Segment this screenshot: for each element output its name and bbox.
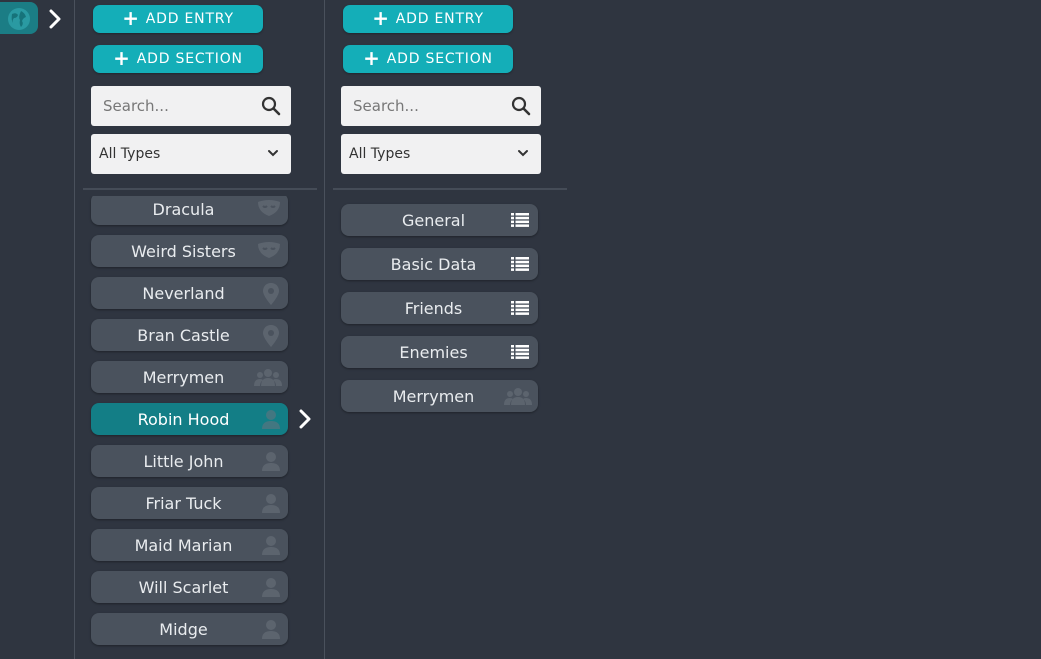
list-icon bbox=[511, 344, 529, 363]
entry-item-label: Midge bbox=[159, 619, 208, 639]
add-section-button[interactable]: + ADD SECTION bbox=[93, 45, 263, 73]
expand-chevron-icon[interactable] bbox=[48, 9, 62, 29]
search-icon[interactable] bbox=[511, 96, 531, 116]
entry-item-label: Weird Sisters bbox=[131, 241, 236, 261]
person-icon bbox=[260, 576, 282, 602]
section-item[interactable]: Enemies bbox=[341, 336, 538, 368]
world-rail bbox=[0, 0, 75, 659]
list-icon bbox=[511, 256, 529, 275]
section-item-label: Merrymen bbox=[392, 386, 475, 406]
entry-item[interactable]: Robin Hood bbox=[91, 403, 288, 435]
type-filter-select[interactable]: All Types bbox=[341, 134, 541, 174]
plus-icon: + bbox=[363, 46, 381, 70]
group-icon bbox=[254, 366, 282, 392]
plus-icon: + bbox=[122, 6, 140, 30]
entry-item[interactable]: Bran Castle bbox=[91, 319, 288, 351]
section-item-label: Enemies bbox=[399, 342, 468, 362]
section-item[interactable]: Merrymen bbox=[341, 380, 538, 412]
entry-item-label: Neverland bbox=[142, 283, 225, 303]
entry-item-label: Merrymen bbox=[142, 367, 225, 387]
entry-item-label: Bran Castle bbox=[137, 325, 230, 345]
person-icon bbox=[260, 408, 282, 434]
entry-item-label: Little John bbox=[143, 451, 224, 471]
plus-icon: + bbox=[372, 6, 390, 30]
type-filter-value: All Types bbox=[99, 146, 161, 162]
search-icon[interactable] bbox=[261, 96, 281, 116]
search-input[interactable] bbox=[341, 86, 501, 126]
person-icon bbox=[260, 534, 282, 560]
person-icon bbox=[260, 492, 282, 518]
section-item[interactable]: General bbox=[341, 204, 538, 236]
section-item[interactable]: Friends bbox=[341, 292, 538, 324]
world-tab[interactable] bbox=[0, 2, 38, 34]
list-icon bbox=[511, 300, 529, 319]
entries-list: Dracula Weird Sisters Neverland Bran Castle… bbox=[76, 196, 325, 659]
entries-panel: + ADD ENTRY + ADD SECTION All Types Drac… bbox=[76, 0, 325, 659]
chevron-down-icon bbox=[518, 150, 528, 157]
search-box bbox=[341, 86, 541, 126]
mask-icon bbox=[256, 198, 282, 224]
entry-item[interactable]: Neverland bbox=[91, 277, 288, 309]
type-filter-select[interactable]: All Types bbox=[91, 134, 291, 174]
open-entry-chevron-icon[interactable] bbox=[298, 409, 312, 429]
type-filter-value: All Types bbox=[349, 146, 411, 162]
entry-item-label: Maid Marian bbox=[134, 535, 233, 555]
entry-item[interactable]: Weird Sisters bbox=[91, 235, 288, 267]
search-box bbox=[91, 86, 291, 126]
add-entry-button[interactable]: + ADD ENTRY bbox=[93, 5, 263, 33]
entry-item[interactable]: Maid Marian bbox=[91, 529, 288, 561]
sections-list: General Basic Data Friends Enemies Merrymen bbox=[326, 196, 576, 659]
group-icon bbox=[504, 385, 532, 411]
person-icon bbox=[260, 450, 282, 476]
entry-item-label: Robin Hood bbox=[137, 409, 230, 429]
entry-item[interactable]: Midge bbox=[91, 613, 288, 645]
entry-item-label: Will Scarlet bbox=[138, 577, 229, 597]
entry-item-label: Friar Tuck bbox=[145, 493, 222, 513]
plus-icon: + bbox=[113, 46, 131, 70]
location-pin-icon bbox=[260, 282, 282, 310]
entry-item[interactable]: Will Scarlet bbox=[91, 571, 288, 603]
section-item-label: General bbox=[401, 210, 466, 230]
mask-icon bbox=[256, 240, 282, 266]
search-input[interactable] bbox=[91, 86, 251, 126]
entry-item[interactable]: Dracula bbox=[91, 196, 288, 225]
location-pin-icon bbox=[260, 324, 282, 352]
sections-panel: + ADD ENTRY + ADD SECTION All Types Gene… bbox=[326, 0, 576, 659]
entry-item[interactable]: Merrymen bbox=[91, 361, 288, 393]
divider bbox=[83, 188, 317, 190]
entry-item-label: Dracula bbox=[152, 199, 215, 219]
section-item-label: Basic Data bbox=[390, 254, 477, 274]
chevron-down-icon bbox=[268, 150, 278, 157]
entry-item[interactable]: Little John bbox=[91, 445, 288, 477]
person-icon bbox=[260, 618, 282, 644]
section-item-label: Friends bbox=[404, 298, 463, 318]
globe-icon bbox=[8, 8, 30, 30]
add-entry-button[interactable]: + ADD ENTRY bbox=[343, 5, 513, 33]
add-section-button[interactable]: + ADD SECTION bbox=[343, 45, 513, 73]
section-item[interactable]: Basic Data bbox=[341, 248, 538, 280]
list-icon bbox=[511, 212, 529, 231]
entry-item[interactable]: Friar Tuck bbox=[91, 487, 288, 519]
divider bbox=[333, 188, 567, 190]
